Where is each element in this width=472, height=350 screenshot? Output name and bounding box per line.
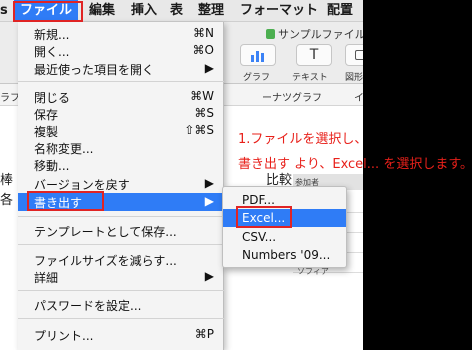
chevron-right-icon: ▶ xyxy=(204,176,214,190)
menu-item-set-password[interactable]: パスワードを設定... xyxy=(18,296,224,313)
canvas-text-fragment-2: 各 xyxy=(0,193,14,208)
instruction-line-1: 1.ファイルを選択し、 xyxy=(238,132,368,147)
chart-button[interactable] xyxy=(240,44,276,66)
highlight-box-excel xyxy=(236,206,292,228)
menu-layout[interactable]: 配置 xyxy=(327,0,353,22)
file-menu: 新規... ⌘N 開く... ⌘O 最近使った項目を開く ▶ 閉じる ⌘W 保存 ⌘S 複… xyxy=(18,22,224,350)
menu-arrange[interactable]: 整理 xyxy=(198,0,224,22)
menu-item-move[interactable]: 移動... xyxy=(18,156,224,173)
menu-item-print[interactable]: プリント... ⌘P xyxy=(18,326,224,343)
menu-separator xyxy=(18,81,224,82)
menu-separator xyxy=(18,216,224,217)
export-csv[interactable]: CSV... xyxy=(223,228,346,246)
text-icon: T xyxy=(309,47,319,63)
menu-separator xyxy=(18,318,224,319)
tab-chart-fragment[interactable]: ラフ xyxy=(0,89,20,104)
instruction-line-2: 書き出す より、Excel... を選択します。 xyxy=(238,157,472,172)
tab-donut-chart[interactable]: ーナツグラフ xyxy=(262,89,322,104)
highlight-box-export xyxy=(27,191,104,211)
menu-item-new[interactable]: 新規... ⌘N xyxy=(18,25,224,42)
menu-edit[interactable]: 編集 xyxy=(89,0,115,22)
document-icon xyxy=(266,29,275,39)
text-label: テキスト xyxy=(292,73,328,83)
export-numbers-09[interactable]: Numbers '09... xyxy=(223,246,346,264)
menu-item-reduce-file-size[interactable]: ファイルサイズを減らす... xyxy=(18,251,224,268)
menu-format[interactable]: フォーマット xyxy=(240,0,318,22)
menu-item-save[interactable]: 保存 ⌘S xyxy=(18,105,224,122)
chevron-right-icon: ▶ xyxy=(204,269,214,283)
menu-item-advanced[interactable]: 詳細 ▶ xyxy=(18,268,224,285)
menu-item-close[interactable]: 閉じる ⌘W xyxy=(18,88,224,105)
menu-table[interactable]: 表 xyxy=(170,0,183,22)
menu-item-duplicate[interactable]: 複製 ⇧⌘S xyxy=(18,122,224,139)
menu-separator xyxy=(18,290,224,291)
menu-item-open-recent[interactable]: 最近使った項目を開く ▶ xyxy=(18,60,224,77)
bar-chart-icon xyxy=(251,51,264,62)
app-menu-fragment[interactable]: s xyxy=(0,0,8,22)
shape-label: 図形 xyxy=(345,73,363,83)
menu-item-rename[interactable]: 名称変更... xyxy=(18,139,224,156)
text-button[interactable]: T xyxy=(296,44,332,66)
menu-item-revert[interactable]: バージョンを戻す ▶ xyxy=(18,175,224,192)
chevron-right-icon: ▶ xyxy=(204,194,214,208)
canvas-text-fragment-1: 棒 xyxy=(0,173,14,188)
menu-insert[interactable]: 挿入 xyxy=(131,0,157,22)
chevron-right-icon: ▶ xyxy=(204,61,214,75)
shape-icon xyxy=(355,50,363,60)
menu-separator xyxy=(18,244,224,245)
menu-item-save-as-template[interactable]: テンプレートとして保存... xyxy=(18,222,224,239)
highlight-box-file xyxy=(13,1,83,22)
document-title: サンプルファイル xyxy=(266,26,363,42)
menu-item-open[interactable]: 開く... ⌘O xyxy=(18,42,224,59)
chart-label: グラフ xyxy=(243,73,271,83)
shape-button[interactable] xyxy=(345,44,363,66)
tab-fragment-right[interactable]: イ xyxy=(354,89,363,104)
